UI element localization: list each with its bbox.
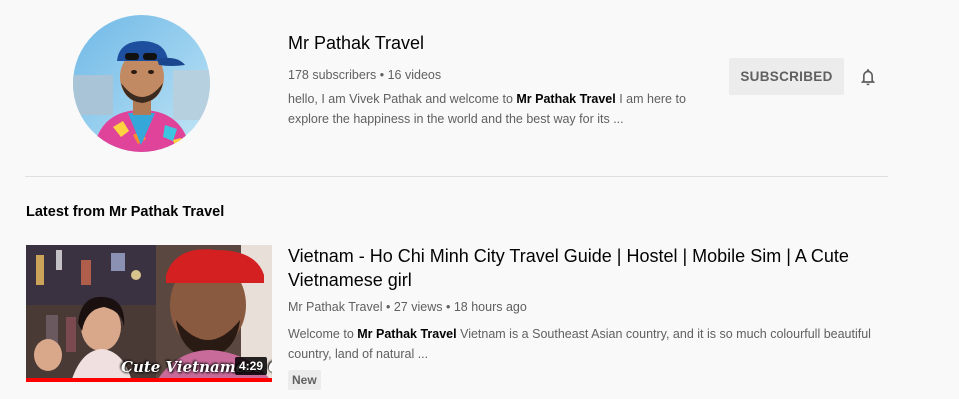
- video-duration: 4:29: [234, 357, 267, 375]
- subscriber-count: 178 subscribers: [288, 68, 377, 82]
- video-count: 16 videos: [387, 68, 442, 82]
- video-age: 18 hours ago: [453, 300, 527, 314]
- meta-separator: •: [385, 300, 391, 314]
- notification-bell-button[interactable]: [855, 64, 881, 90]
- video-description-bold: Mr Pathak Travel: [357, 327, 457, 341]
- section-title: Latest from Mr Pathak Travel: [26, 204, 225, 220]
- video-thumbnail[interactable]: Cute Vietnamese G 4:29: [26, 245, 272, 382]
- meta-separator: •: [379, 68, 385, 82]
- channel-meta: 178 subscribers • 16 videos: [288, 66, 718, 84]
- video-title[interactable]: Vietnam - Ho Chi Minh City Travel Guide …: [288, 244, 878, 292]
- channel-avatar[interactable]: [73, 15, 210, 152]
- section-divider: [25, 176, 888, 177]
- channel-search-result: Mr Pathak Travel 178 subscribers • 16 vi…: [0, 0, 959, 399]
- bell-icon: [861, 69, 875, 86]
- video-description: Welcome to Mr Pathak Travel Vietnam is a…: [288, 324, 878, 364]
- channel-description-bold: Mr Pathak Travel: [516, 92, 616, 106]
- channel-info: Mr Pathak Travel 178 subscribers • 16 vi…: [288, 30, 718, 129]
- new-badge: New: [288, 370, 321, 390]
- watch-progress-bar: [26, 378, 272, 382]
- video-meta: Mr Pathak Travel • 27 views • 18 hours a…: [288, 298, 878, 316]
- meta-separator: •: [445, 300, 451, 314]
- channel-avatar-image: [73, 15, 210, 152]
- channel-description: hello, I am Vivek Pathak and welcome to …: [288, 89, 718, 129]
- subscribed-button[interactable]: SUBSCRIBED: [729, 58, 844, 95]
- video-views: 27 views: [393, 300, 443, 314]
- channel-description-prefix: hello, I am Vivek Pathak and welcome to: [288, 92, 517, 106]
- channel-name[interactable]: Mr Pathak Travel: [288, 30, 718, 56]
- video-info: Vietnam - Ho Chi Minh City Travel Guide …: [288, 244, 878, 390]
- video-description-prefix: Welcome to: [288, 327, 358, 341]
- video-author[interactable]: Mr Pathak Travel: [288, 300, 382, 314]
